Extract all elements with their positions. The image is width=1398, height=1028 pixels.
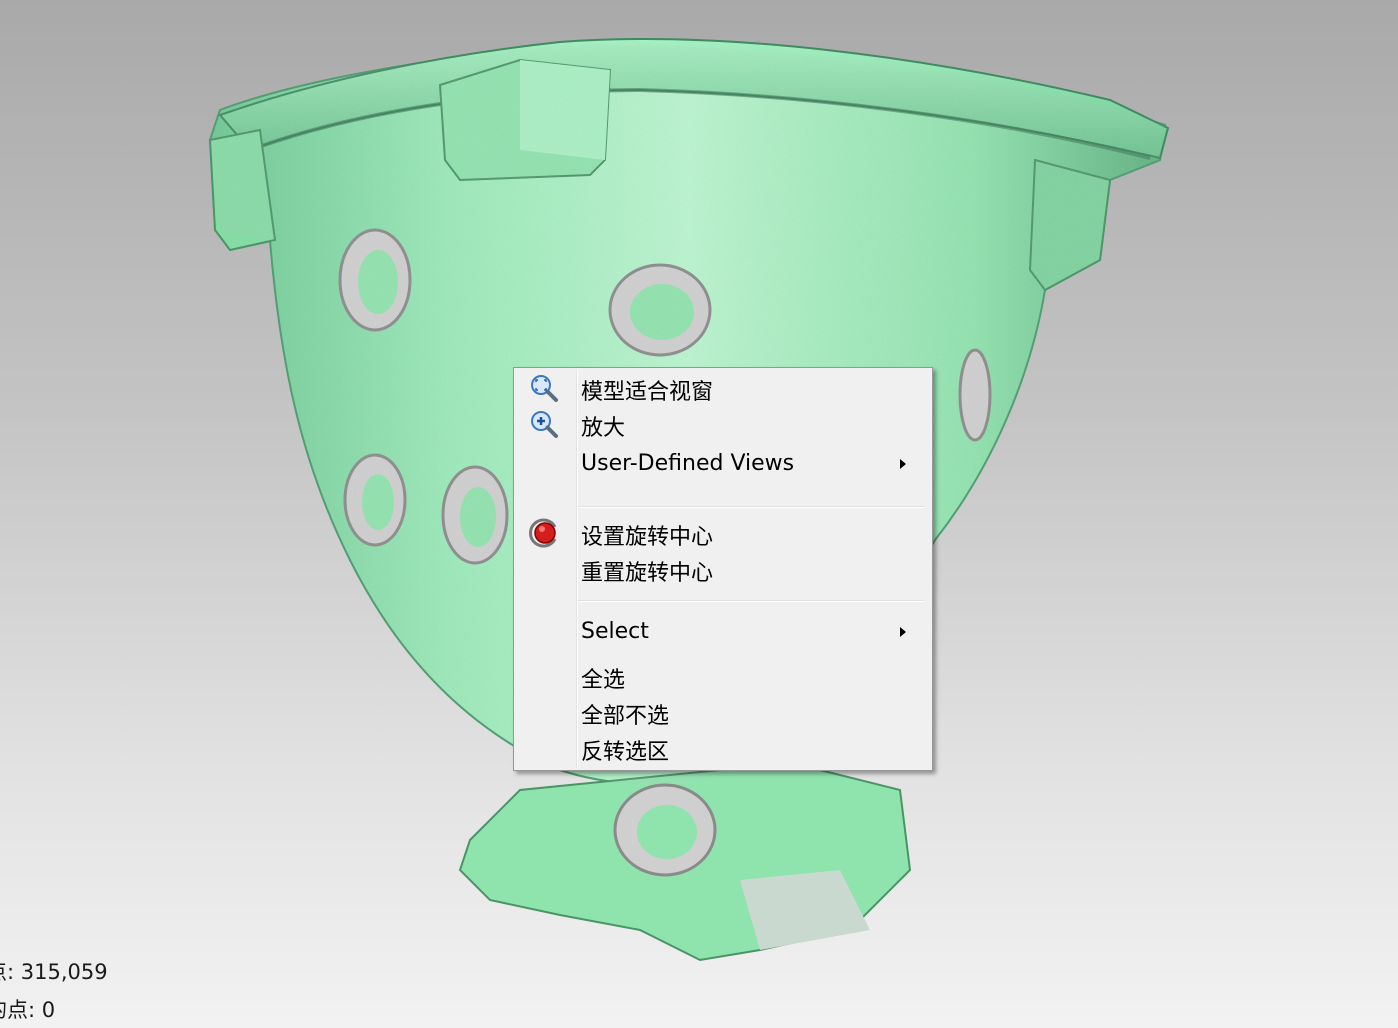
context-menu: 模型适合视窗 放大 User-Defined Views 设置旋转中心 重置旋转… [513, 367, 933, 771]
menu-item-reset-rotation-center[interactable]: 重置旋转中心 [516, 551, 930, 586]
menu-item-label: Select [581, 619, 649, 644]
menu-separator [578, 600, 924, 602]
menu-item-select-all[interactable]: 全选 [516, 658, 930, 693]
menu-item-zoom-in[interactable]: 放大 [516, 406, 930, 441]
menu-item-invert-selection[interactable]: 反转选区 [516, 730, 930, 765]
menu-item-user-defined-views[interactable]: User-Defined Views [516, 447, 930, 481]
menu-item-label: 设置旋转中心 [581, 525, 714, 550]
zoom-fit-icon [528, 372, 560, 404]
menu-item-label: 模型适合视窗 [581, 380, 714, 405]
menu-item-label: 重置旋转中心 [581, 561, 714, 586]
zoom-in-icon [528, 408, 560, 440]
menu-item-select-none[interactable]: 全部不选 [516, 694, 930, 729]
menu-item-select[interactable]: Select [516, 615, 930, 649]
submenu-arrow-icon [900, 459, 906, 469]
menu-item-label: User-Defined Views [581, 451, 795, 476]
menu-item-label: 放大 [581, 416, 626, 441]
menu-item-set-rotation-center[interactable]: 设置旋转中心 [516, 515, 930, 550]
menu-item-label: 全部不选 [581, 704, 670, 729]
menu-item-label: 全选 [581, 668, 626, 693]
menu-item-fit-to-view[interactable]: 模型适合视窗 [516, 370, 930, 405]
selected-points-label: 的点: 0 [0, 998, 56, 1022]
points-count-label: 点: 315,059 [0, 960, 108, 984]
menu-separator [578, 506, 924, 508]
menu-item-label: 反转选区 [581, 740, 670, 765]
submenu-arrow-icon [900, 627, 906, 637]
rotation-center-icon [528, 517, 560, 549]
